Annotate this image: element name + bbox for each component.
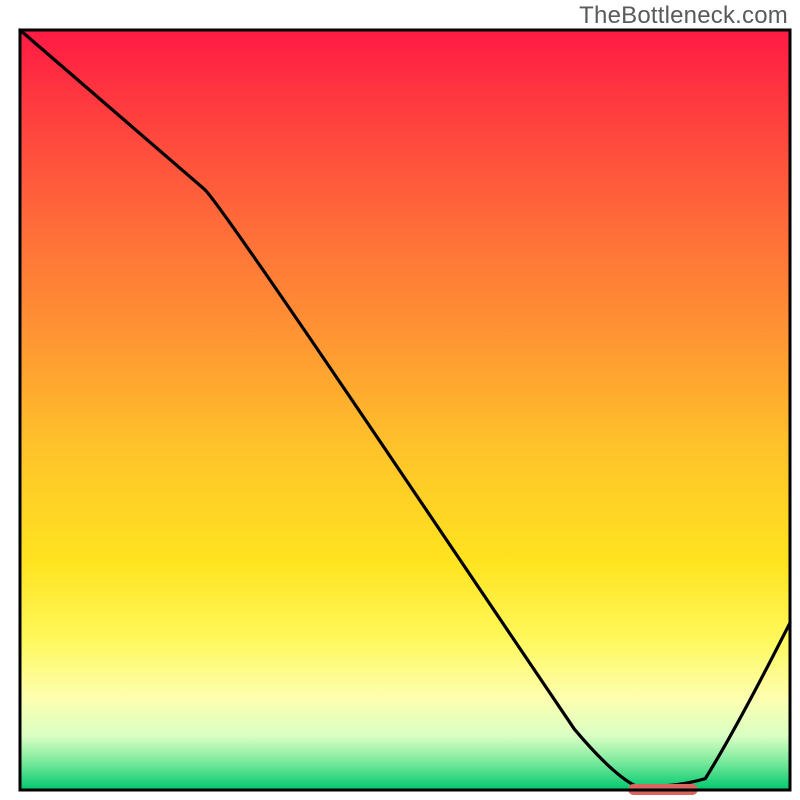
bottleneck-chart	[0, 0, 800, 800]
watermark-text: TheBottleneck.com	[579, 2, 788, 30]
plot-background	[20, 30, 790, 790]
chart-container: { "watermark": "TheBottleneck.com", "cha…	[0, 0, 800, 800]
